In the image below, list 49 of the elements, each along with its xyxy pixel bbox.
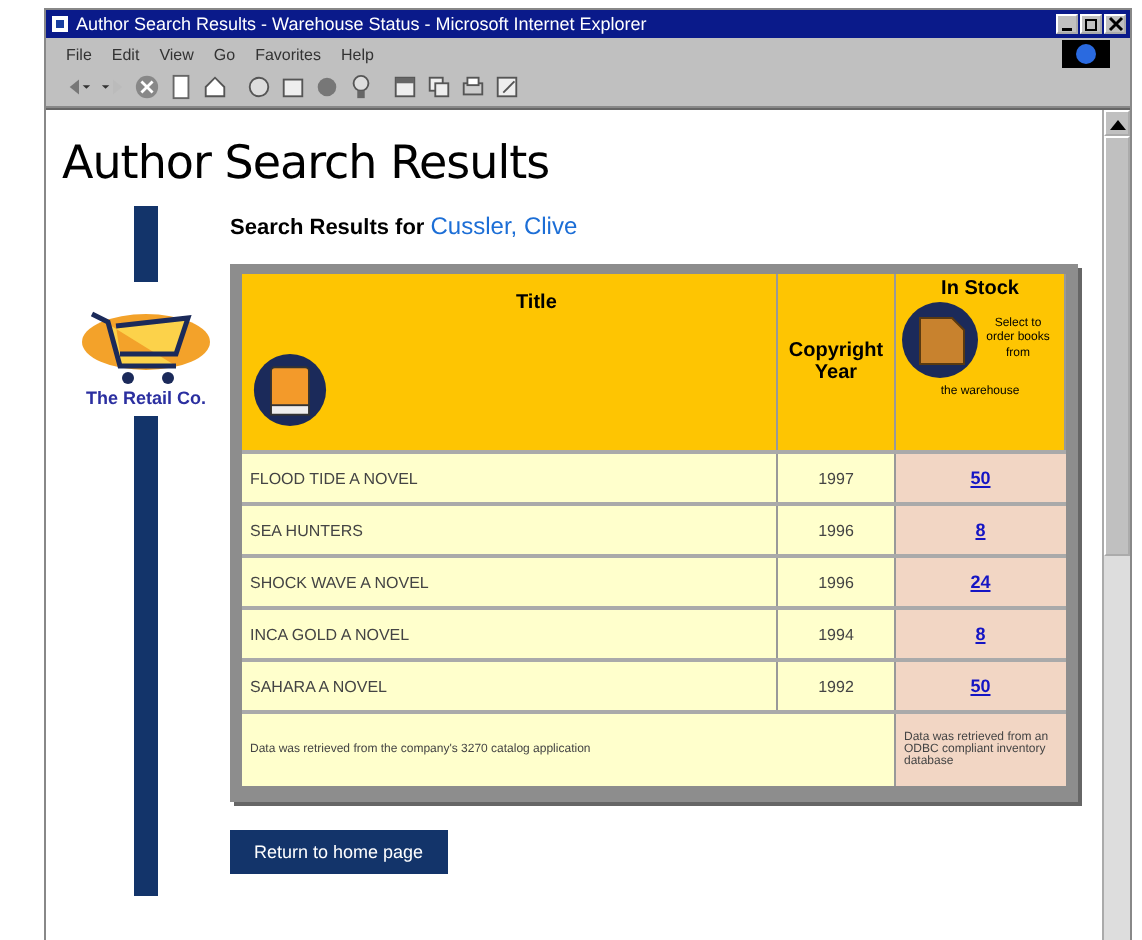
table-cell: SEA HUNTERS xyxy=(242,504,777,556)
print-icon[interactable] xyxy=(460,74,486,100)
home-button[interactable]: Return to home page xyxy=(230,830,448,874)
menu-item[interactable]: Edit xyxy=(111,45,140,63)
table-cell: 1996 xyxy=(777,556,895,608)
stock-link[interactable]: 50 xyxy=(970,468,991,488)
stock-link[interactable]: 24 xyxy=(970,572,991,592)
table-cell: 1992 xyxy=(777,660,895,712)
table-cell: INCA GOLD A NOVEL xyxy=(242,608,777,660)
menu-item[interactable]: Help xyxy=(340,45,374,63)
bulb-icon[interactable] xyxy=(348,74,374,100)
window-title: Author Search Results - Warehouse Status - Microsoft Internet Explorer xyxy=(76,14,649,34)
stock-link[interactable]: 50 xyxy=(970,676,991,696)
table-cell: SHOCK WAVE A NOVEL xyxy=(242,556,777,608)
results-label: Search Results for xyxy=(230,216,425,240)
table-cell: FLOOD TIDE A NOVEL xyxy=(242,452,777,504)
stop-icon[interactable] xyxy=(134,74,160,100)
table-cell: 1996 xyxy=(777,504,895,556)
table-cell: 1994 xyxy=(777,608,895,660)
close-button[interactable] xyxy=(1104,14,1126,34)
up-arrow-icon xyxy=(1109,117,1125,129)
column-header: In Stock xyxy=(941,278,1019,300)
stock-link[interactable]: 8 xyxy=(975,624,986,644)
minimize-button[interactable] xyxy=(1056,14,1078,34)
folder-icon xyxy=(900,300,980,380)
book-icon xyxy=(252,352,328,428)
home-icon[interactable] xyxy=(202,74,228,100)
maximize-button[interactable] xyxy=(1080,14,1102,34)
menu-item[interactable]: View xyxy=(159,45,194,63)
logo-text: The Retail Co. xyxy=(85,388,206,408)
restore-icon xyxy=(1083,16,1099,32)
column-header: Title xyxy=(516,292,557,318)
scroll-thumb[interactable] xyxy=(1104,136,1130,556)
table-cell: SAHARA A NOVEL xyxy=(242,660,777,712)
browser-icon xyxy=(50,14,70,34)
stock-link[interactable]: 8 xyxy=(975,520,986,540)
close-icon xyxy=(1107,16,1123,32)
scroll-up-button[interactable] xyxy=(1104,110,1130,136)
menu-item[interactable]: Go xyxy=(213,45,236,63)
browser-logo xyxy=(1062,40,1110,68)
sidebar-bar xyxy=(134,206,158,282)
scrollbar[interactable] xyxy=(1102,110,1130,940)
author-link[interactable]: Cussler, Clive xyxy=(430,212,578,240)
menu-item[interactable]: File xyxy=(66,45,92,63)
menu-item[interactable]: Favorites xyxy=(255,45,321,63)
table-cell: 1997 xyxy=(777,452,895,504)
back-icon[interactable] xyxy=(66,74,92,100)
page-heading: Author Search Results xyxy=(62,138,552,190)
column-header: Copyright Year xyxy=(788,340,884,384)
